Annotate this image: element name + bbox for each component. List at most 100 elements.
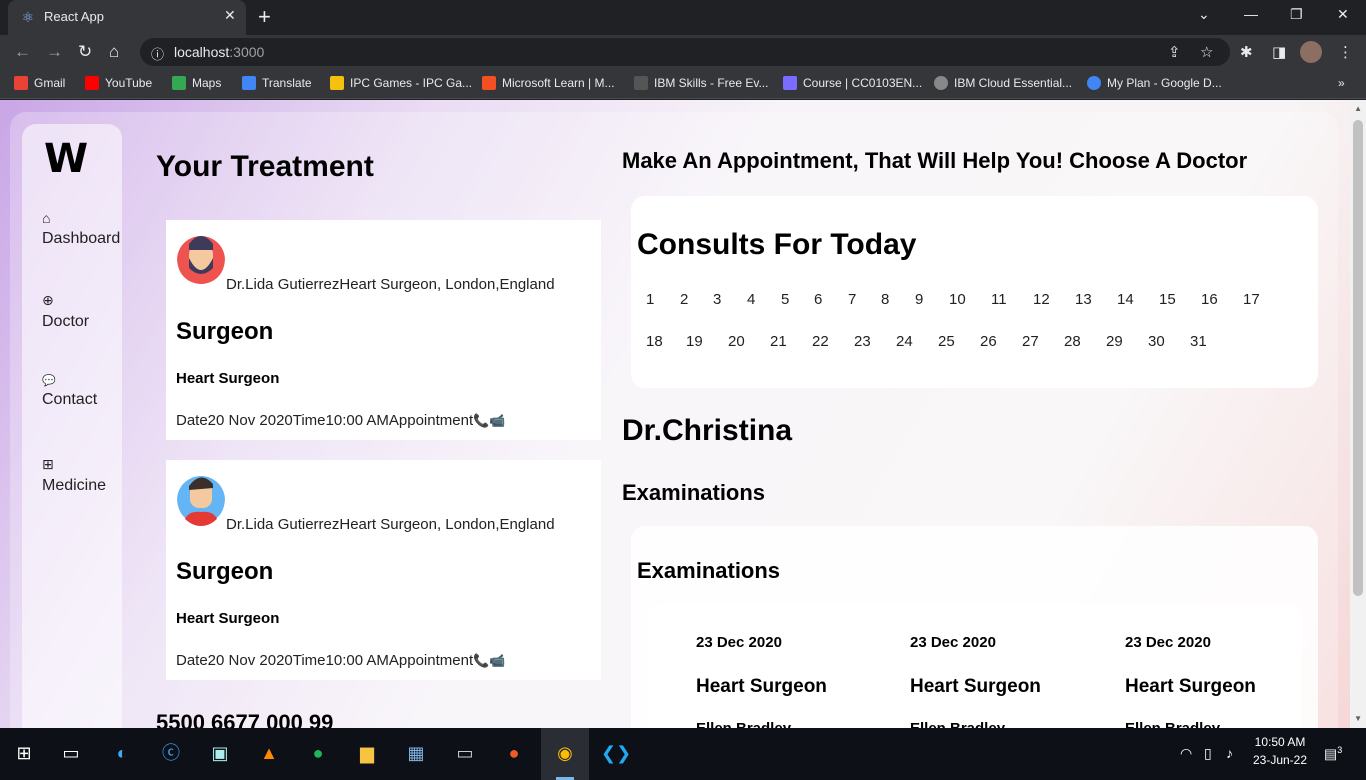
task-view-icon[interactable]: ▭ bbox=[58, 740, 84, 766]
menu-icon[interactable]: ⋮ bbox=[1338, 43, 1353, 61]
bookmark-translate[interactable]: Translate bbox=[242, 76, 312, 90]
profile-avatar[interactable] bbox=[1300, 41, 1322, 63]
day-option[interactable]: 20 bbox=[728, 333, 745, 350]
scrollbar[interactable]: ▲ ▼ bbox=[1350, 100, 1366, 728]
share-icon[interactable]: ⇪ bbox=[1168, 43, 1181, 61]
bookmark-my-plan[interactable]: My Plan - Google D... bbox=[1087, 76, 1222, 90]
bookmark-ipc-games[interactable]: IPC Games - IPC Ga... bbox=[330, 76, 472, 90]
sidebar-item-medicine[interactable]: ⊞ Medicine bbox=[42, 456, 122, 495]
reload-icon[interactable]: ↻ bbox=[78, 42, 92, 62]
restore-button[interactable]: ❐ bbox=[1290, 6, 1303, 23]
day-option[interactable]: 17 bbox=[1243, 291, 1260, 308]
vlc-icon[interactable]: ▲ bbox=[256, 740, 282, 766]
bookmark-ibm-cloud[interactable]: IBM Cloud Essential... bbox=[934, 76, 1072, 90]
more-bookmarks-icon[interactable]: » bbox=[1338, 76, 1345, 90]
day-option[interactable]: 16 bbox=[1201, 291, 1218, 308]
sidebar-item-doctor[interactable]: ⊕ Doctor bbox=[42, 292, 122, 331]
day-option[interactable]: 7 bbox=[848, 291, 856, 308]
browser-tab[interactable]: ⚛ React App ✕ bbox=[8, 0, 246, 35]
microsoft-icon bbox=[482, 76, 496, 90]
app-logo[interactable]: W bbox=[44, 136, 88, 182]
day-option[interactable]: 13 bbox=[1075, 291, 1092, 308]
cortana-icon[interactable]: ⓒ bbox=[158, 740, 184, 766]
day-option[interactable]: 19 bbox=[686, 333, 703, 350]
day-option[interactable]: 18 bbox=[646, 333, 663, 350]
photos-icon[interactable]: ▣ bbox=[207, 740, 233, 766]
close-tab-icon[interactable]: ✕ bbox=[224, 7, 236, 24]
calculator-icon[interactable]: ▦ bbox=[403, 740, 429, 766]
phone-icon[interactable]: 📞 bbox=[473, 653, 489, 668]
day-option[interactable]: 29 bbox=[1106, 333, 1123, 350]
forward-icon[interactable]: → bbox=[46, 42, 63, 62]
bookmark-star-icon[interactable]: ☆ bbox=[1200, 43, 1213, 61]
bookmark-course[interactable]: Course | CC0103EN... bbox=[783, 76, 922, 90]
day-option[interactable]: 27 bbox=[1022, 333, 1039, 350]
battery-icon[interactable]: ▯ bbox=[1204, 745, 1212, 762]
examinations-panel: Examinations 23 Dec 2020 Heart Surgeon E… bbox=[631, 526, 1318, 728]
day-option[interactable]: 23 bbox=[854, 333, 871, 350]
home-icon[interactable]: ⌂ bbox=[109, 42, 119, 62]
day-option[interactable]: 14 bbox=[1117, 291, 1134, 308]
address-bar[interactable]: ⓘ localhost:3000 ⇪ ☆ bbox=[140, 38, 1230, 66]
day-option[interactable]: 21 bbox=[770, 333, 787, 350]
day-option[interactable]: 3 bbox=[713, 291, 721, 308]
day-option[interactable]: 12 bbox=[1033, 291, 1050, 308]
exam-specialty: Heart Surgeon bbox=[1125, 676, 1256, 697]
video-icon[interactable]: 📹 bbox=[489, 413, 505, 428]
scrollbar-thumb[interactable] bbox=[1353, 120, 1363, 596]
day-option[interactable]: 30 bbox=[1148, 333, 1165, 350]
bookmark-microsoft-learn[interactable]: Microsoft Learn | M... bbox=[482, 76, 614, 90]
day-option[interactable]: 5 bbox=[781, 291, 789, 308]
day-option[interactable]: 4 bbox=[747, 291, 755, 308]
day-option[interactable]: 8 bbox=[881, 291, 889, 308]
wifi-icon[interactable]: ◠ bbox=[1180, 745, 1192, 762]
scroll-up-icon[interactable]: ▲ bbox=[1354, 104, 1362, 113]
spotify-icon[interactable]: ● bbox=[305, 740, 331, 766]
extensions-icon[interactable]: ✱ bbox=[1240, 43, 1253, 61]
side-panel-icon[interactable]: ◨ bbox=[1272, 43, 1286, 61]
day-option[interactable]: 6 bbox=[814, 291, 822, 308]
tab-search-icon[interactable]: ⌄ bbox=[1198, 6, 1210, 23]
info-icon[interactable]: ⓘ bbox=[151, 44, 164, 63]
phone-icon[interactable]: 📞 bbox=[473, 413, 489, 428]
examinations-list: 23 Dec 2020 Heart Surgeon Ellen Bradley … bbox=[647, 604, 1302, 728]
terminal-icon[interactable]: ▭ bbox=[452, 740, 478, 766]
maps-icon bbox=[172, 76, 186, 90]
plus-circle-icon: ⊕ bbox=[42, 292, 54, 308]
day-option[interactable]: 24 bbox=[896, 333, 913, 350]
exam-patient: Ellen Bradley bbox=[910, 720, 1005, 728]
notifications-icon[interactable]: ▤3 bbox=[1324, 745, 1342, 763]
windows-start-icon[interactable]: ⊞ bbox=[11, 740, 37, 766]
day-option[interactable]: 15 bbox=[1159, 291, 1176, 308]
day-option[interactable]: 2 bbox=[680, 291, 688, 308]
day-option[interactable]: 9 bbox=[915, 291, 923, 308]
chrome-icon[interactable]: ◉ bbox=[552, 740, 578, 766]
day-option[interactable]: 10 bbox=[949, 291, 966, 308]
file-explorer-icon[interactable]: ▆ bbox=[354, 740, 380, 766]
day-option[interactable]: 22 bbox=[812, 333, 829, 350]
day-option[interactable]: 25 bbox=[938, 333, 955, 350]
sidebar-item-contact[interactable]: 💬 Contact bbox=[42, 374, 122, 409]
day-option[interactable]: 11 bbox=[991, 291, 1007, 308]
sidebar-item-dashboard[interactable]: ⌂ Dashboard bbox=[42, 210, 122, 248]
course-icon bbox=[783, 76, 797, 90]
bookmark-ibm-skills[interactable]: IBM Skills - Free Ev... bbox=[634, 76, 768, 90]
vscode-icon[interactable]: ❮❯ bbox=[601, 740, 631, 766]
close-window-button[interactable]: ✕ bbox=[1337, 6, 1349, 23]
day-option[interactable]: 28 bbox=[1064, 333, 1081, 350]
day-option[interactable]: 26 bbox=[980, 333, 997, 350]
bookmark-maps[interactable]: Maps bbox=[172, 76, 221, 90]
bookmark-youtube[interactable]: YouTube bbox=[85, 76, 152, 90]
minimize-button[interactable]: — bbox=[1244, 6, 1258, 22]
volume-icon[interactable]: ♪ bbox=[1226, 745, 1233, 761]
day-option[interactable]: 1 bbox=[646, 291, 654, 308]
scroll-down-icon[interactable]: ▼ bbox=[1354, 714, 1362, 723]
video-icon[interactable]: 📹 bbox=[489, 653, 505, 668]
postman-icon[interactable]: ● bbox=[501, 740, 527, 766]
bookmark-gmail[interactable]: Gmail bbox=[14, 76, 65, 90]
system-clock[interactable]: 10:50 AM 23-Jun-22 bbox=[1250, 733, 1310, 769]
new-tab-button[interactable]: + bbox=[258, 4, 271, 30]
edge-icon[interactable]: ◐ bbox=[109, 740, 135, 766]
day-option[interactable]: 31 bbox=[1190, 333, 1207, 350]
back-icon[interactable]: ← bbox=[14, 42, 31, 62]
